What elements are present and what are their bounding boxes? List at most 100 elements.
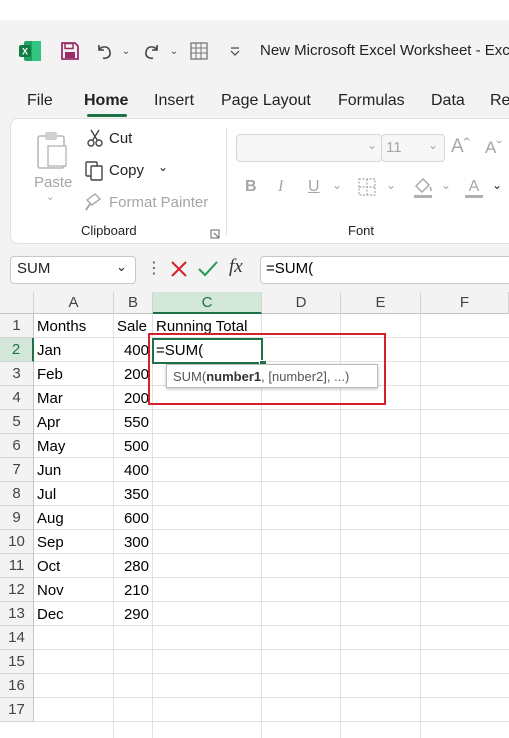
tab-file[interactable]: File [27, 92, 53, 110]
row-header[interactable]: 7 [0, 458, 34, 482]
form-icon[interactable] [188, 40, 212, 62]
column-header-c[interactable]: C [153, 292, 262, 314]
row-header[interactable]: 3 [0, 362, 34, 386]
cell-sale[interactable]: 350 [114, 483, 152, 507]
column-header-e[interactable]: E [341, 292, 421, 314]
cell-sale[interactable]: 200 [114, 387, 152, 411]
row-header[interactable]: 6 [0, 434, 34, 458]
font-size-dropdown-icon[interactable]: ⌄ [428, 138, 438, 152]
cell-sale[interactable]: 210 [114, 579, 152, 603]
cell-month[interactable]: Jan [34, 339, 113, 363]
grow-font-button[interactable]: Aˆ [451, 136, 470, 158]
column-header-b[interactable]: B [114, 292, 153, 314]
row-header[interactable]: 10 [0, 530, 34, 554]
paste-icon[interactable] [34, 130, 70, 170]
underline-button[interactable]: U [308, 178, 320, 196]
copy-label[interactable]: Copy [109, 162, 144, 179]
row-header[interactable]: 1 [0, 314, 34, 338]
italic-button[interactable]: I [278, 178, 283, 196]
bold-button[interactable]: B [245, 178, 257, 196]
font-name-combo[interactable] [236, 134, 382, 162]
cell-month[interactable]: Jun [34, 459, 113, 483]
cell-month[interactable]: Nov [34, 579, 113, 603]
tab-review[interactable]: Re [490, 92, 509, 110]
font-group-label: Font [348, 223, 375, 238]
row-header[interactable]: 15 [0, 650, 34, 674]
tab-page-layout[interactable]: Page Layout [221, 92, 311, 110]
cell-month[interactable]: Oct [34, 555, 113, 579]
font-color-dropdown-icon[interactable]: ⌄ [492, 178, 502, 192]
row-header[interactable]: 5 [0, 410, 34, 434]
cell-sale[interactable]: 400 [114, 339, 152, 363]
tab-data[interactable]: Data [431, 92, 465, 110]
cell-month[interactable]: Feb [34, 363, 113, 387]
copy-dropdown-icon[interactable]: ⌄ [158, 160, 168, 174]
cell-sale[interactable]: 200 [114, 363, 152, 387]
row-header[interactable]: 12 [0, 578, 34, 602]
font-color-icon[interactable]: A [463, 175, 485, 199]
copy-icon[interactable] [84, 160, 104, 182]
cell-b1[interactable]: Sale [114, 315, 152, 339]
save-icon[interactable] [59, 40, 81, 62]
column-header-f[interactable]: F [421, 292, 509, 314]
borders-dropdown-icon[interactable]: ⌄ [386, 178, 396, 192]
format-painter-label[interactable]: Format Painter [109, 194, 208, 211]
more-options-icon[interactable]: ⋮ [146, 258, 162, 278]
cell-month[interactable]: Apr [34, 411, 113, 435]
column-header-a[interactable]: A [34, 292, 114, 314]
fill-color-icon[interactable] [412, 175, 434, 199]
cancel-icon[interactable] [168, 258, 190, 280]
row-header[interactable]: 17 [0, 698, 34, 722]
borders-icon[interactable] [357, 177, 377, 197]
shrink-font-button[interactable]: Aˇ [485, 138, 502, 158]
underline-dropdown-icon[interactable]: ⌄ [332, 178, 342, 192]
name-box-value: SUM [17, 260, 51, 277]
row-header[interactable]: 11 [0, 554, 34, 578]
cell-month[interactable]: Jul [34, 483, 113, 507]
cell-sale[interactable]: 500 [114, 435, 152, 459]
cell-month[interactable]: Mar [34, 387, 113, 411]
font-name-dropdown-icon[interactable]: ⌄ [367, 138, 377, 152]
cell-month[interactable]: Sep [34, 531, 113, 555]
excel-logo-icon: X [18, 40, 42, 62]
customize-toolbar-icon[interactable] [228, 40, 242, 62]
fill-color-dropdown-icon[interactable]: ⌄ [441, 178, 451, 192]
row-header[interactable]: 13 [0, 602, 34, 626]
name-box-dropdown-icon[interactable]: ⌄ [116, 259, 127, 275]
row-header[interactable]: 2 [0, 338, 34, 362]
redo-icon[interactable] [141, 40, 163, 62]
column-header-d[interactable]: D [262, 292, 341, 314]
cell-a1[interactable]: Months [34, 315, 113, 339]
clipboard-launcher-icon[interactable] [210, 226, 220, 239]
cell-sale[interactable]: 550 [114, 411, 152, 435]
row-header[interactable]: 14 [0, 626, 34, 650]
paste-dropdown-icon[interactable]: ⌄ [46, 192, 54, 203]
cell-sale[interactable]: 300 [114, 531, 152, 555]
enter-icon[interactable] [196, 258, 220, 280]
cell-sale[interactable]: 600 [114, 507, 152, 531]
gridline [34, 721, 509, 722]
cell-month[interactable]: Dec [34, 603, 113, 627]
cell-month[interactable]: May [34, 435, 113, 459]
tab-formulas[interactable]: Formulas [338, 92, 405, 110]
cell-sale[interactable]: 400 [114, 459, 152, 483]
row-header[interactable]: 16 [0, 674, 34, 698]
tab-home[interactable]: Home [84, 92, 128, 110]
select-all-corner[interactable] [0, 292, 34, 314]
format-painter-icon[interactable] [84, 192, 104, 212]
cell-month[interactable]: Aug [34, 507, 113, 531]
row-header[interactable]: 4 [0, 386, 34, 410]
cut-label[interactable]: Cut [109, 130, 132, 147]
cut-icon[interactable] [86, 128, 104, 148]
cell-sale[interactable]: 290 [114, 603, 152, 627]
tab-insert[interactable]: Insert [154, 92, 194, 110]
undo-icon[interactable] [93, 40, 115, 62]
insert-function-icon[interactable]: fx [229, 256, 243, 278]
redo-dropdown-icon[interactable]: ⌄ [168, 40, 180, 62]
paste-label[interactable]: Paste [34, 174, 72, 191]
svg-text:X: X [22, 47, 28, 57]
undo-dropdown-icon[interactable]: ⌄ [120, 40, 132, 62]
row-header[interactable]: 8 [0, 482, 34, 506]
row-header[interactable]: 9 [0, 506, 34, 530]
cell-sale[interactable]: 280 [114, 555, 152, 579]
